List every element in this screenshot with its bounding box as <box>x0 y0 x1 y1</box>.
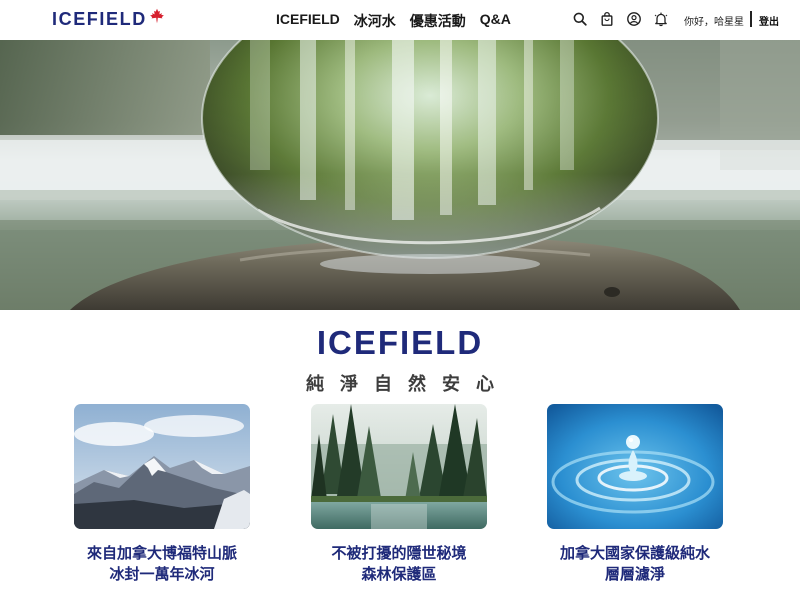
feature-caption: 加拿大國家保護級純水 層層濾淨 <box>547 543 723 585</box>
header-divider <box>750 11 752 27</box>
snow-mountain-photo <box>74 404 250 529</box>
nav-item-glacier-water[interactable]: 冰河水 <box>354 11 396 31</box>
feature-caption-line2: 森林保護區 <box>361 565 437 583</box>
logout-button[interactable]: 登出 <box>759 13 779 28</box>
maple-leaf-icon <box>149 8 165 28</box>
feature-caption-line1: 不被打擾的隱世秘境 <box>331 544 467 562</box>
feature-caption-line2: 層層濾淨 <box>604 565 665 583</box>
forest-lake-photo <box>311 404 487 529</box>
water-droplet-photo <box>547 404 723 529</box>
user-icon[interactable] <box>626 11 642 27</box>
site-header: ICEFIELD ICEFIELD 冰河水 優惠活動 Q&A 你好，哈星星 登出 <box>0 0 800 40</box>
nav-item-qa[interactable]: Q&A <box>480 11 511 31</box>
bell-icon[interactable] <box>653 11 669 27</box>
hero-banner <box>0 40 800 310</box>
feature-caption-line1: 加拿大國家保護級純水 <box>559 544 710 562</box>
feature-card-forest: 不被打擾的隱世秘境 森林保護區 <box>311 404 487 585</box>
feature-card-glacier: 來自加拿大博福特山脈 冰封一萬年冰河 <box>74 404 250 585</box>
brand-logo[interactable]: ICEFIELD <box>52 8 165 30</box>
user-greeting: 你好，哈星星 <box>684 17 744 28</box>
nav-item-icefield[interactable]: ICEFIELD <box>276 11 340 31</box>
feature-card-purification: 加拿大國家保護級純水 層層濾淨 <box>547 404 723 585</box>
shopping-bag-icon[interactable] <box>599 11 615 27</box>
crystal-ball-waterfall-photo <box>0 40 800 310</box>
main-nav: ICEFIELD 冰河水 優惠活動 Q&A <box>276 11 511 31</box>
feature-caption: 來自加拿大博福特山脈 冰封一萬年冰河 <box>74 543 250 585</box>
brand-title: ICEFIELD <box>316 324 484 361</box>
brand-slogan: 純淨自然安心 <box>306 374 510 395</box>
nav-item-promotions[interactable]: 優惠活動 <box>410 11 466 31</box>
logo-text: ICEFIELD <box>52 9 147 29</box>
feature-caption-line2: 冰封一萬年冰河 <box>109 565 215 583</box>
feature-caption: 不被打擾的隱世秘境 森林保護區 <box>311 543 487 585</box>
search-icon[interactable] <box>572 11 588 27</box>
feature-caption-line1: 來自加拿大博福特山脈 <box>86 544 237 562</box>
